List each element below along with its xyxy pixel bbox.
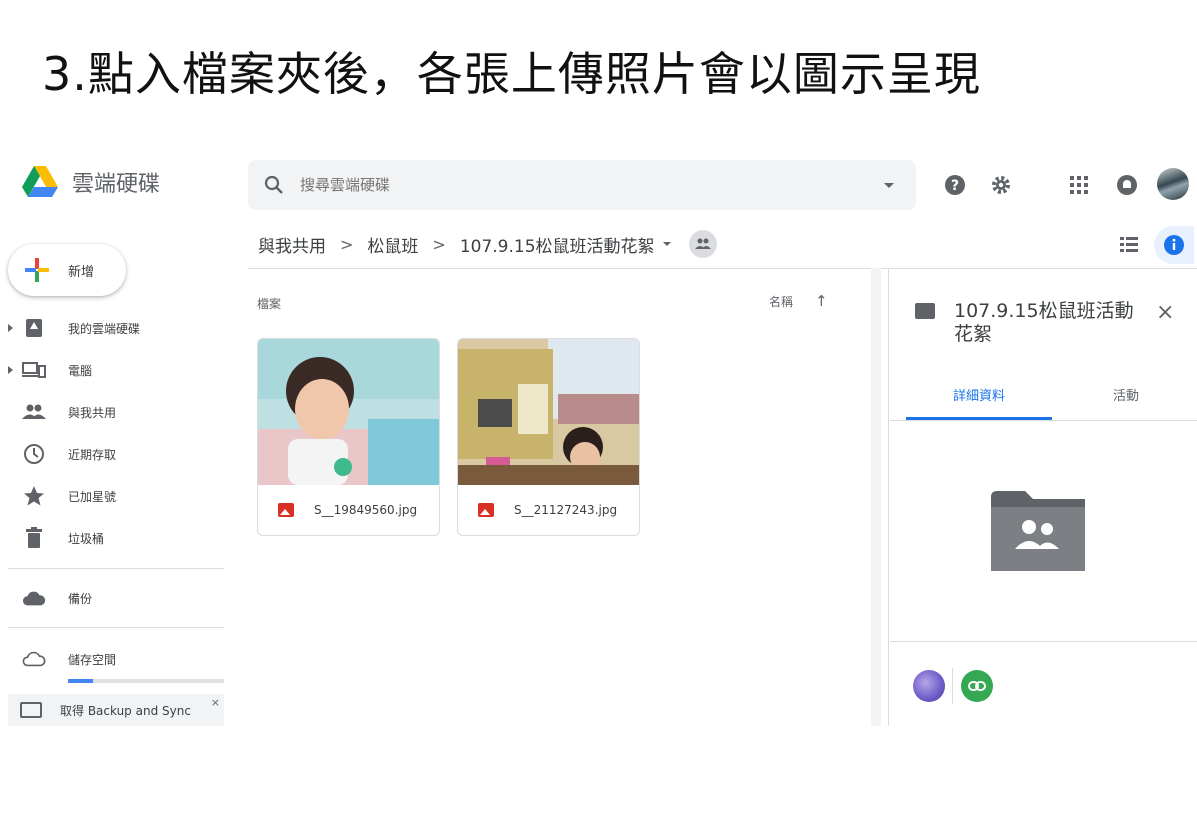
close-icon[interactable]: × [211,696,220,709]
sidebar-item-label: 備份 [68,591,93,606]
file-meta: S__19849560.jpg [258,485,439,535]
panel-divider [890,641,1197,642]
breadcrumb-item-shared[interactable]: 與我共用 [258,232,326,257]
storage-usage-fill [68,679,93,683]
computer-icon [22,358,46,382]
files-section-label: 檔案 [257,297,282,311]
backup-and-sync-promo[interactable]: 取得 Backup and Sync × [8,694,224,726]
breadcrumb-separator-icon: > [340,234,354,254]
cloud-icon [22,586,46,610]
new-button-label: 新增 [68,264,95,280]
notifications-icon[interactable] [1114,172,1140,198]
details-info-icon[interactable] [1154,226,1194,264]
breadcrumb-separator-icon: > [432,234,446,254]
sidebar-item-starred[interactable]: 已加星號 [0,481,226,511]
sort-control[interactable]: 名稱 ↑ [769,292,828,310]
svg-text:?: ? [951,178,959,194]
settings-gear-icon[interactable] [988,172,1014,198]
sidebar-divider [8,568,224,569]
tab-divider [890,420,1197,421]
drive-logo[interactable]: 雲端硬碟 [22,166,160,198]
clock-icon [22,442,46,466]
shared-people-icon [22,400,46,424]
promo-label: 取得 Backup and Sync [60,703,191,718]
drive-window: 雲端硬碟 ? 與我共用 > 松鼠班 > 107.9.15松鼠班活動花絮 [0,150,1197,726]
header-divider [248,268,1197,269]
folder-menu-caret-icon[interactable] [662,242,671,246]
my-drive-icon [22,316,46,340]
tab-activity[interactable]: 活動 [1070,385,1182,404]
list-view-icon[interactable] [1116,232,1142,258]
app-name: 雲端硬碟 [72,172,161,197]
file-name: S__19849560.jpg [314,503,418,517]
tab-details[interactable]: 詳細資料 [906,385,1052,404]
sidebar-item-backups[interactable]: 備份 [0,583,226,613]
sidebar-item-label: 與我共用 [68,405,117,420]
sidebar-item-shared-with-me[interactable]: 與我共用 [0,397,226,427]
cloud-outline-icon [22,647,46,671]
account-avatar[interactable] [1157,168,1189,200]
shared-folder-icon [915,303,935,319]
sidebar-item-label: 已加星號 [68,489,117,504]
sidebar-divider [8,627,224,628]
owner-avatar[interactable] [913,670,945,702]
breadcrumb-item-current-folder[interactable]: 107.9.15松鼠班活動花絮 [460,232,655,257]
breadcrumb-item-class[interactable]: 松鼠班 [367,232,418,257]
sidebar-item-recent[interactable]: 近期存取 [0,439,226,469]
sidebar-item-storage[interactable]: 儲存空間 [0,644,226,674]
close-icon[interactable]: × [1156,300,1174,325]
help-icon[interactable]: ? [942,172,968,198]
drive-logo-icon [22,166,58,197]
sidebar-item-label: 垃圾桶 [68,531,105,546]
expand-arrow-icon[interactable] [8,366,13,374]
file-name: S__21127243.jpg [514,503,618,517]
file-card[interactable]: S__21127243.jpg [457,338,640,536]
search-input[interactable] [300,176,884,194]
sort-direction-icon[interactable]: ↑ [815,292,828,310]
scrollbar[interactable] [871,268,881,726]
sidebar-item-my-drive[interactable]: 我的雲端硬碟 [0,313,226,343]
file-thumbnail [258,339,439,485]
sidebar-item-trash[interactable]: 垃圾桶 [0,523,226,553]
trash-icon [22,526,46,550]
file-meta: S__21127243.jpg [458,485,639,535]
sidebar-item-computers[interactable]: 電腦 [0,355,226,385]
search-icon[interactable] [262,173,286,197]
sort-label: 名稱 [769,294,794,309]
expand-arrow-icon[interactable] [8,324,13,332]
plus-icon [25,258,49,282]
file-thumbnail [458,339,639,485]
image-file-icon [278,503,294,517]
shared-people-icon[interactable] [688,230,717,258]
star-icon [22,484,46,508]
new-button[interactable]: 新增 [8,244,126,296]
link-sharing-icon[interactable] [961,670,993,702]
sidebar-item-label: 儲存空間 [68,652,117,667]
sidebar-item-label: 我的雲端硬碟 [68,321,141,336]
details-panel-title: 107.9.15松鼠班活動花絮 [954,300,1134,345]
slide-title: 3.點入檔案夾後，各張上傳照片會以圖示呈現 [42,47,981,101]
file-card[interactable]: S__19849560.jpg [257,338,440,536]
image-file-icon [478,503,494,517]
avatar-separator [952,668,953,704]
sidebar-item-label: 近期存取 [68,447,117,462]
search-options-icon[interactable] [884,182,894,188]
storage-usage-bar [68,679,224,683]
panel-divider [888,268,889,726]
desktop-icon [20,702,42,718]
search-bar[interactable] [248,160,916,210]
shared-folder-preview-icon [991,491,1085,571]
breadcrumb: 與我共用 > 松鼠班 > 107.9.15松鼠班活動花絮 [258,226,717,262]
apps-grid-icon[interactable] [1066,172,1092,198]
sidebar-item-label: 電腦 [68,363,93,378]
